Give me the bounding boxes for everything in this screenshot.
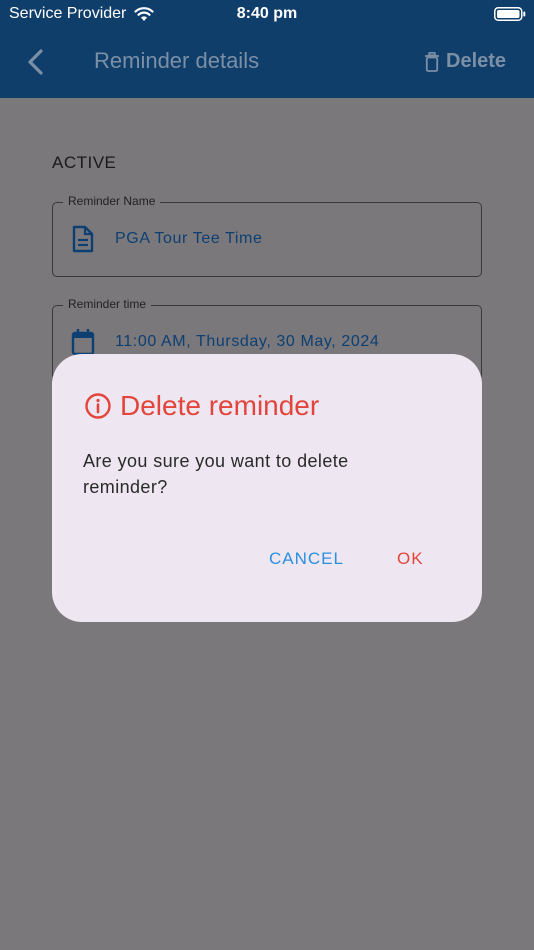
delete-confirmation-dialog: Delete reminder Are you sure you want to…: [52, 354, 482, 622]
battery-icon: [494, 7, 526, 21]
back-arrow-icon[interactable]: [22, 45, 50, 79]
status-bar: Service Provider 8:40 pm: [0, 0, 534, 30]
delete-button-label: Delete: [446, 50, 507, 72]
calendar-icon: [71, 329, 95, 356]
reminder-name-field[interactable]: Reminder Name PGA Tour Tee Time: [52, 194, 482, 277]
cancel-button[interactable]: CANCEL: [269, 549, 344, 569]
reminder-time-value: 11:00 AM, Thursday, 30 May, 2024: [115, 333, 380, 350]
trash-icon: [425, 51, 439, 72]
dialog-title-text: Delete reminder: [120, 390, 320, 421]
app-header: Service Provider 8:40 pm Reminder detail…: [0, 0, 534, 98]
ok-button[interactable]: OK: [397, 549, 424, 569]
dialog-title: Delete reminder: [84, 390, 319, 422]
reminder-name-value: PGA Tour Tee Time: [115, 230, 263, 247]
reminder-status: ACTIVE: [52, 153, 117, 172]
reminder-name-label: Reminder Name: [63, 194, 161, 208]
page-title: Reminder details: [94, 48, 260, 73]
info-icon: [85, 393, 111, 419]
status-time: 8:40 pm: [236, 5, 298, 22]
delete-button[interactable]: Delete: [424, 50, 506, 73]
document-icon: [72, 225, 94, 253]
dialog-message: Are you sure you want to delete reminder…: [83, 451, 349, 497]
reminder-time-label: Reminder time: [63, 297, 152, 311]
